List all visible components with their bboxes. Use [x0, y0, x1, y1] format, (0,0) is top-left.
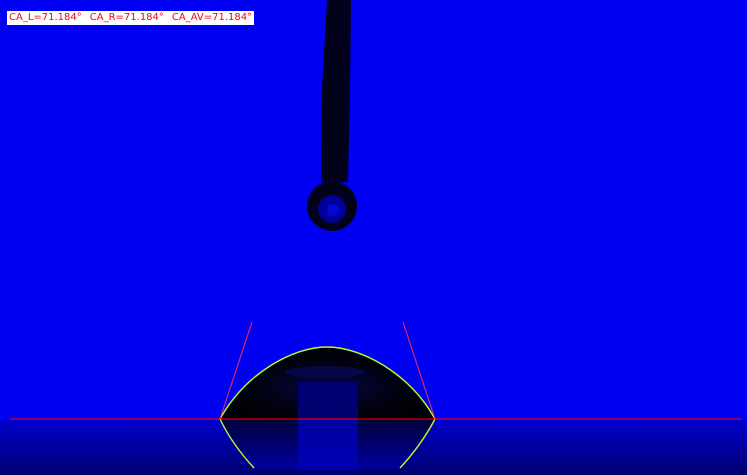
- camera-viewport: CA_L=71.184° CA_R=71.184° CA_AV=71.184°: [0, 0, 747, 475]
- ca-right-value: CA_R=71.184°: [89, 12, 164, 23]
- contact-angle-readout: CA_L=71.184° CA_R=71.184° CA_AV=71.184°: [7, 11, 255, 25]
- ca-left-value: CA_L=71.184°: [9, 12, 82, 23]
- ca-average-value: CA_AV=71.184°: [171, 12, 253, 23]
- contact-angle-scene: [0, 0, 747, 475]
